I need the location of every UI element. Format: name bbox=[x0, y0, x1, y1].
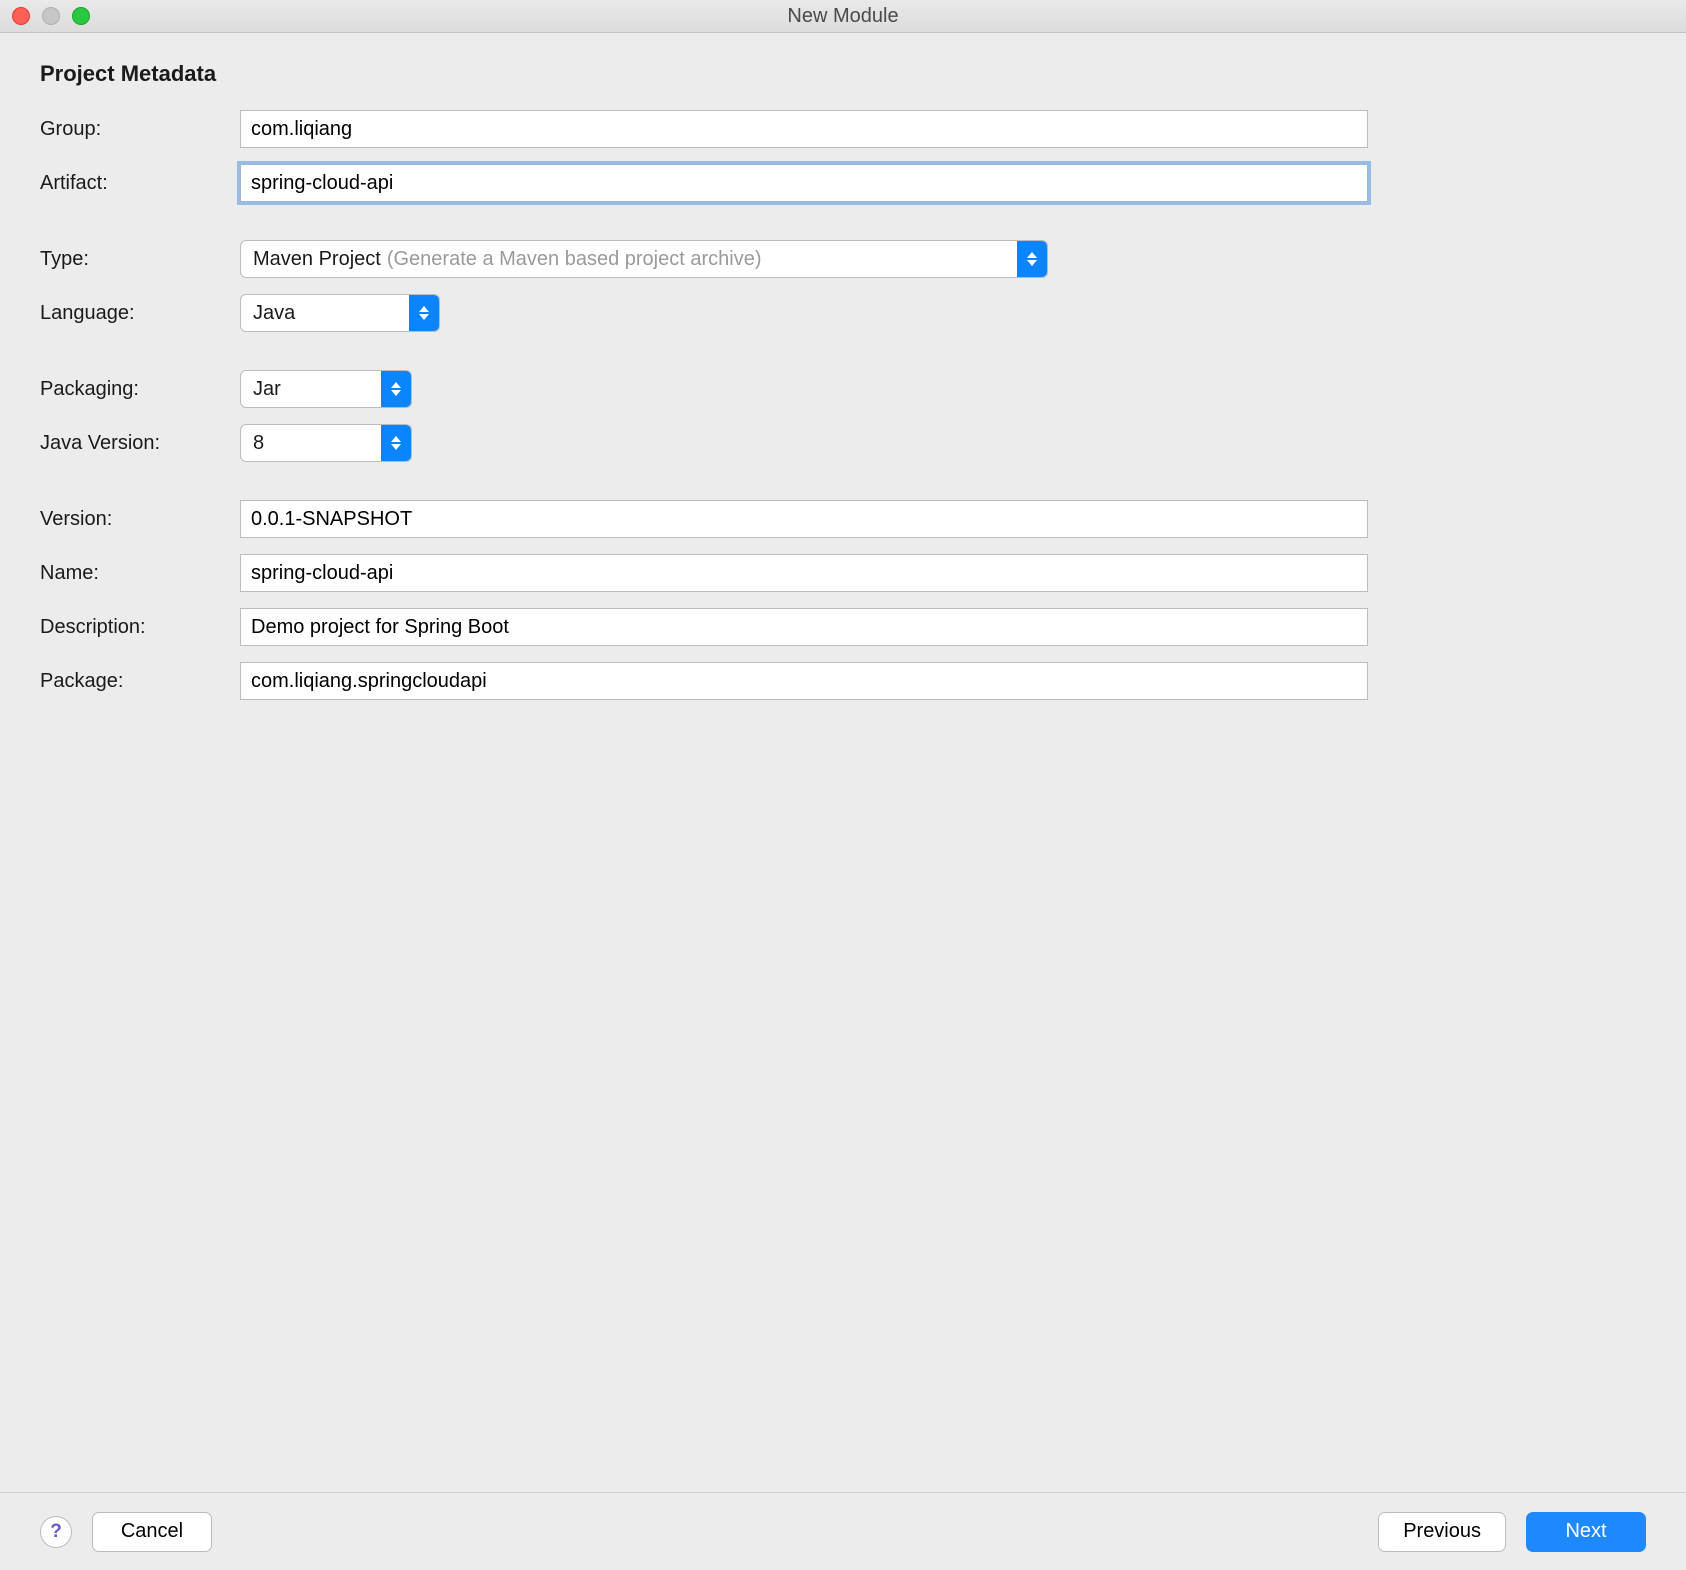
dialog-content: Project Metadata Group: Artifact: Type: … bbox=[0, 33, 1686, 1492]
packaging-label: Packaging: bbox=[40, 378, 240, 401]
chevron-updown-icon bbox=[409, 295, 439, 331]
minimize-icon bbox=[42, 7, 60, 25]
artifact-input[interactable] bbox=[240, 164, 1368, 202]
language-select[interactable]: Java bbox=[240, 294, 440, 332]
type-select-hint: (Generate a Maven based project archive) bbox=[387, 248, 762, 271]
packaging-select-value: Jar bbox=[253, 378, 281, 401]
cancel-button[interactable]: Cancel bbox=[92, 1512, 212, 1552]
java-version-select[interactable]: 8 bbox=[240, 424, 412, 462]
version-input[interactable] bbox=[240, 500, 1368, 538]
description-label: Description: bbox=[40, 616, 240, 639]
window-title: New Module bbox=[787, 5, 898, 28]
type-select[interactable]: Maven Project (Generate a Maven based pr… bbox=[240, 240, 1048, 278]
chevron-updown-icon bbox=[381, 425, 411, 461]
window-controls bbox=[12, 7, 90, 25]
chevron-updown-icon bbox=[381, 371, 411, 407]
section-heading: Project Metadata bbox=[40, 61, 1646, 87]
next-button[interactable]: Next bbox=[1526, 1512, 1646, 1552]
previous-button[interactable]: Previous bbox=[1378, 1512, 1506, 1552]
titlebar: New Module bbox=[0, 0, 1686, 33]
java-version-select-value: 8 bbox=[253, 432, 264, 455]
type-label: Type: bbox=[40, 248, 240, 271]
group-input[interactable] bbox=[240, 110, 1368, 148]
type-select-value: Maven Project bbox=[253, 248, 381, 271]
group-label: Group: bbox=[40, 118, 240, 141]
package-input[interactable] bbox=[240, 662, 1368, 700]
artifact-label: Artifact: bbox=[40, 172, 240, 195]
language-label: Language: bbox=[40, 302, 240, 325]
name-label: Name: bbox=[40, 562, 240, 585]
maximize-icon[interactable] bbox=[72, 7, 90, 25]
packaging-select[interactable]: Jar bbox=[240, 370, 412, 408]
close-icon[interactable] bbox=[12, 7, 30, 25]
language-select-value: Java bbox=[253, 302, 295, 325]
version-label: Version: bbox=[40, 508, 240, 531]
help-icon: ? bbox=[50, 1521, 62, 1543]
description-input[interactable] bbox=[240, 608, 1368, 646]
help-button[interactable]: ? bbox=[40, 1516, 72, 1548]
package-label: Package: bbox=[40, 670, 240, 693]
java-version-label: Java Version: bbox=[40, 432, 240, 455]
name-input[interactable] bbox=[240, 554, 1368, 592]
dialog-footer: ? Cancel Previous Next bbox=[0, 1492, 1686, 1570]
chevron-updown-icon bbox=[1017, 241, 1047, 277]
